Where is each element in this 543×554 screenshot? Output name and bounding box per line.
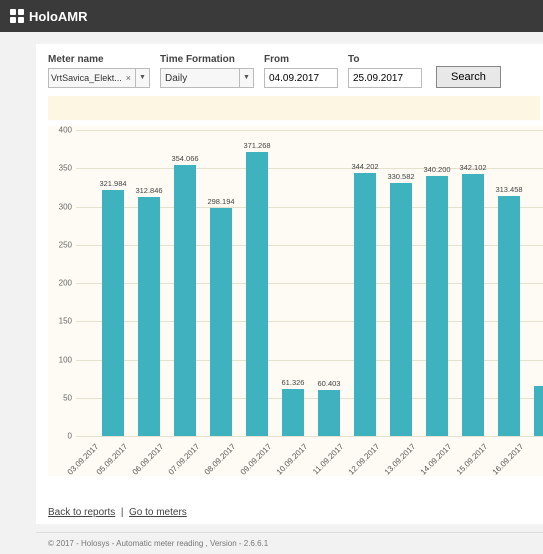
bar-value-label: 313.458	[492, 185, 526, 194]
search-button[interactable]: Search	[436, 66, 501, 88]
content: Meter name VrtSavica_Elekt... × ▼ Time F…	[36, 44, 543, 524]
chevron-down-icon[interactable]: ▼	[239, 69, 253, 87]
bar[interactable]	[282, 389, 304, 436]
bar[interactable]	[426, 176, 448, 436]
filter-bar: Meter name VrtSavica_Elekt... × ▼ Time F…	[48, 54, 543, 88]
bar-value-label: 371.268	[240, 141, 274, 150]
bar-value-label: 321.984	[96, 179, 130, 188]
y-tick: 300	[52, 202, 72, 211]
chart-plot: 05010015020025030035040003.09.2017321.98…	[76, 130, 543, 436]
go-to-meters-link[interactable]: Go to meters	[129, 507, 187, 518]
meter-select[interactable]: VrtSavica_Elekt... × ▼	[48, 68, 150, 88]
bar-value-label: 312.846	[132, 186, 166, 195]
topbar: HoloAMR	[0, 0, 543, 32]
app-logo: HoloAMR	[10, 9, 88, 24]
to-label: To	[348, 54, 422, 65]
logo-icon	[10, 9, 24, 23]
app-name: HoloAMR	[29, 9, 88, 24]
y-tick: 150	[52, 317, 72, 326]
bar[interactable]	[462, 174, 484, 436]
bar[interactable]	[102, 190, 124, 436]
bar-value-label: 340.200	[420, 165, 454, 174]
time-value: Daily	[165, 73, 187, 84]
bar[interactable]	[498, 196, 520, 436]
close-icon[interactable]: ×	[124, 73, 133, 83]
from-date-input[interactable]	[264, 68, 338, 88]
chevron-down-icon[interactable]: ▼	[135, 69, 149, 87]
meter-value: VrtSavica_Elekt...	[51, 73, 122, 83]
bar[interactable]	[174, 165, 196, 436]
time-label: Time Formation	[160, 54, 254, 65]
back-to-reports-link[interactable]: Back to reports	[48, 507, 115, 518]
to-date-input[interactable]	[348, 68, 422, 88]
bar-value-label: 330.582	[384, 172, 418, 181]
bottom-links: Back to reports | Go to meters	[48, 507, 187, 518]
y-tick: 400	[52, 126, 72, 135]
bar-value-label: 342.102	[456, 163, 490, 172]
bar-value-label: 61.326	[276, 378, 310, 387]
bar[interactable]	[210, 208, 232, 436]
bar[interactable]	[138, 197, 160, 436]
bar[interactable]	[534, 386, 543, 436]
info-banner	[48, 96, 540, 120]
time-formation-select[interactable]: Daily ▼	[160, 68, 254, 88]
y-tick: 250	[52, 240, 72, 249]
chart: 05010015020025030035040003.09.2017321.98…	[48, 126, 543, 476]
y-tick: 0	[52, 432, 72, 441]
bar[interactable]	[354, 173, 376, 436]
y-tick: 350	[52, 164, 72, 173]
bar-value-label: 60.403	[312, 379, 346, 388]
bar[interactable]	[390, 183, 412, 436]
footer-text: © 2017 - Holosys - Automatic meter readi…	[36, 532, 543, 554]
bar-value-label: 298.194	[204, 197, 238, 206]
meter-label: Meter name	[48, 54, 150, 65]
bar[interactable]	[246, 152, 268, 436]
y-tick: 100	[52, 355, 72, 364]
bar-value-label: 354.066	[168, 154, 202, 163]
from-label: From	[264, 54, 338, 65]
y-tick: 200	[52, 279, 72, 288]
bar[interactable]	[318, 390, 340, 436]
y-tick: 50	[52, 393, 72, 402]
bar-value-label: 344.202	[348, 162, 382, 171]
